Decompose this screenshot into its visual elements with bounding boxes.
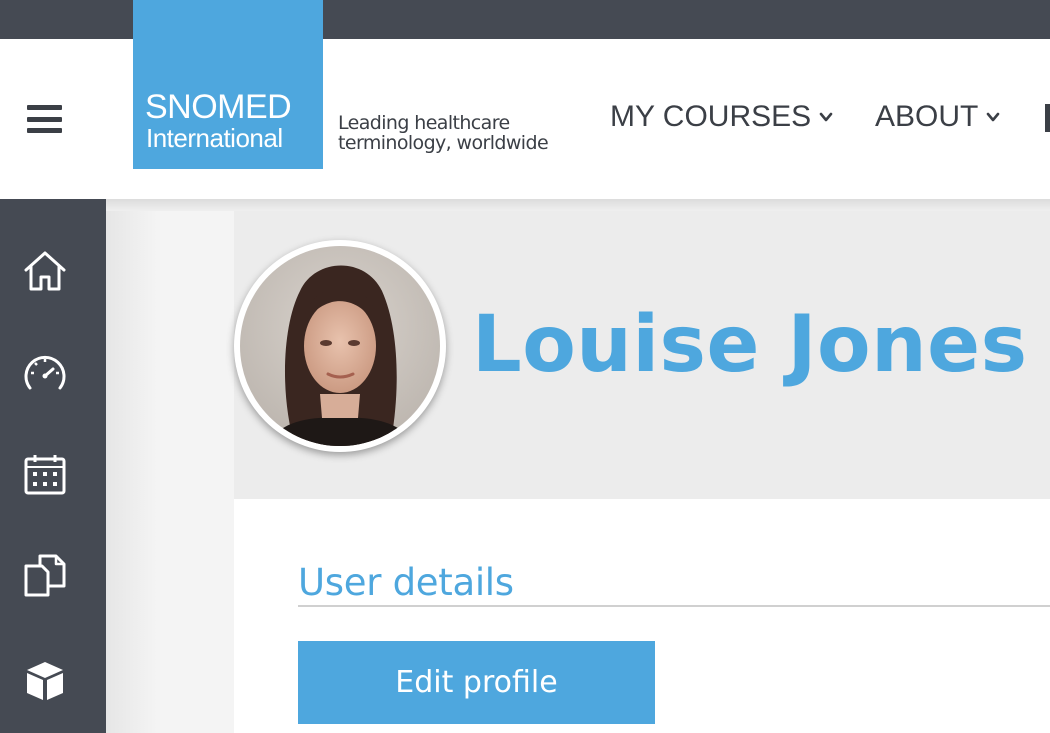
nav-my-courses[interactable]: MY COURSES xyxy=(610,100,833,134)
nav-about-label: ABOUT xyxy=(875,100,979,133)
hamburger-menu-icon[interactable] xyxy=(27,105,62,133)
documents-icon[interactable] xyxy=(22,552,68,598)
edit-profile-button[interactable]: Edit profile xyxy=(298,641,655,724)
logo-line-1: SNOMED xyxy=(145,88,292,126)
chevron-down-icon xyxy=(819,112,833,122)
tagline-line-2: terminology, worldwide xyxy=(338,132,549,154)
tagline-line-1: Leading healthcare xyxy=(338,112,510,134)
user-details-heading: User details xyxy=(298,561,514,604)
home-icon[interactable] xyxy=(22,248,68,294)
snomed-logo[interactable]: SNOMED International xyxy=(133,0,323,169)
content-gutter xyxy=(106,199,234,733)
avatar[interactable] xyxy=(234,240,446,452)
header-shadow xyxy=(106,199,1050,211)
nav-my-courses-label: MY COURSES xyxy=(610,100,812,133)
chevron-down-icon xyxy=(987,112,1000,122)
nav-about[interactable]: ABOUT xyxy=(875,100,1000,134)
logo-line-2: International xyxy=(146,123,283,153)
user-full-name: Louise Jones xyxy=(472,300,1028,390)
section-divider xyxy=(298,605,1050,607)
tagline: Leading healthcare terminology, worldwid… xyxy=(338,112,549,154)
nav-next-item-partial[interactable] xyxy=(1045,104,1050,132)
user-photo xyxy=(240,246,440,446)
cube-icon[interactable] xyxy=(22,658,68,704)
dashboard-gauge-icon[interactable] xyxy=(22,351,68,397)
calendar-icon[interactable] xyxy=(22,452,68,498)
